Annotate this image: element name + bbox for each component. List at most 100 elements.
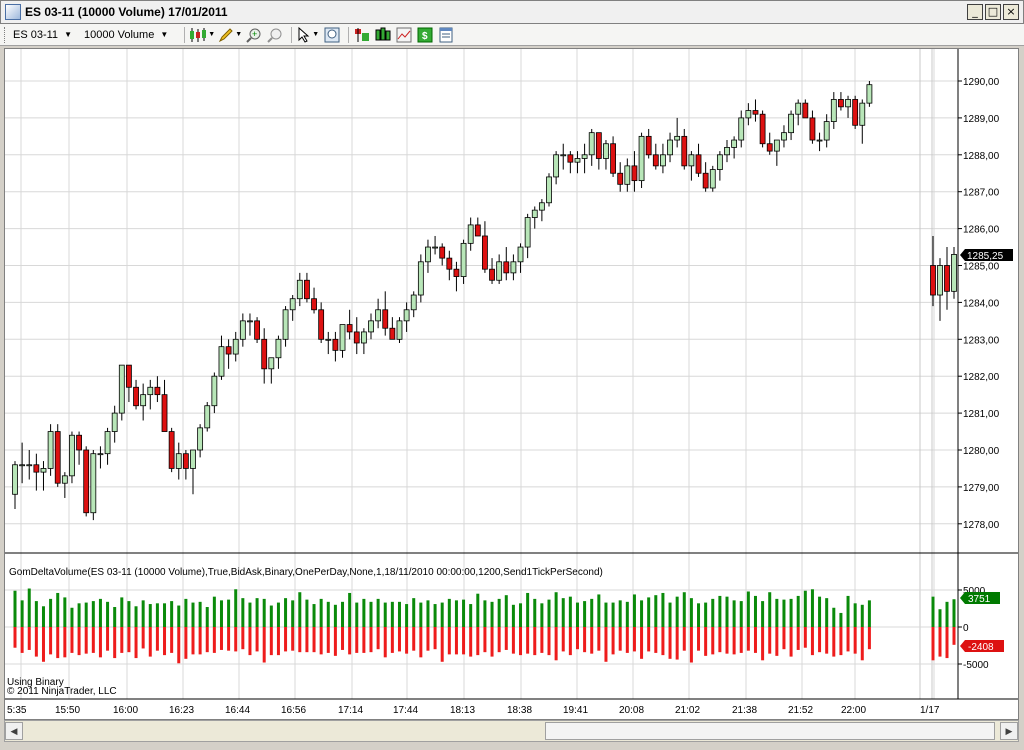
delta-bar-positive [163, 603, 167, 627]
price-tick-label: 1284,00 [963, 298, 1000, 309]
time-tick-label: 17:44 [393, 705, 418, 716]
indicators-button[interactable] [374, 26, 392, 44]
delta-bar-negative [575, 627, 579, 650]
delta-bar-positive [390, 601, 394, 627]
price-tick-label: 1289,00 [963, 114, 1000, 125]
candle-down [353, 331, 360, 344]
candle-up [97, 453, 104, 456]
delta-bar-positive [419, 602, 423, 627]
candle-up [211, 375, 218, 407]
delta-bar-negative [298, 627, 302, 653]
delta-bar-positive [675, 596, 679, 627]
horizontal-scrollbar[interactable]: ◀ ▶ [4, 720, 1019, 742]
zoom-fit-button[interactable] [323, 26, 341, 44]
chart-canvas[interactable]: 1290,00 1289,00 1288,00 1287,00 1286,00 1285,… [5, 49, 1018, 719]
zoom-fit-icon [324, 27, 340, 42]
price-tick-label: 1290,00 [963, 77, 1000, 88]
candle-up [69, 434, 75, 477]
dollar-button[interactable]: $ [416, 26, 434, 44]
pointer-button[interactable]: ▼ [296, 26, 320, 44]
delta-bar-positive [846, 595, 850, 627]
candle-down [133, 386, 139, 407]
candle-up [531, 209, 538, 218]
delta-bar-positive [426, 600, 430, 627]
period-label: 10000 Volume [83, 28, 155, 41]
delta-bar-positive [113, 607, 117, 627]
last-price-value: 1285,25 [967, 251, 1004, 262]
scroll-thumb[interactable] [545, 722, 995, 740]
maximize-button[interactable]: □ [985, 4, 1001, 20]
delta-bar-positive [640, 600, 644, 627]
time-tick-label: 19:41 [563, 705, 588, 716]
instrument-selector[interactable]: ES 03-11 ▼ [13, 29, 72, 41]
window-title: ES 03-11 (10000 Volume) 17/01/2011 [25, 5, 228, 19]
delta-bar-negative [952, 627, 956, 645]
candle-down [503, 261, 510, 274]
chevron-down-icon: ▼ [235, 31, 243, 38]
chart-data-button[interactable] [395, 26, 413, 44]
delta-bar-positive [697, 603, 701, 627]
scroll-right-button[interactable]: ▶ [1000, 722, 1018, 740]
delta-bar-negative [931, 627, 935, 661]
zoom-in-button[interactable]: + [245, 26, 263, 44]
chart-panel[interactable]: 1290,00 1289,00 1288,00 1287,00 1286,00 1285,… [4, 48, 1019, 720]
properties-button[interactable] [437, 26, 455, 44]
candle-up [90, 453, 97, 514]
delta-bar-positive [497, 598, 501, 627]
delta-bar-positive [625, 601, 629, 627]
delta-bar-negative [718, 627, 722, 653]
price-axis: 1290,00 1289,00 1288,00 1287,00 1286,00 1285,… [958, 77, 1000, 531]
delta-bar-negative [618, 627, 622, 651]
draw-tool-button[interactable]: ▼ [218, 26, 242, 44]
toolbar-grip[interactable] [4, 26, 7, 43]
candle-down [852, 99, 859, 126]
chevron-down-icon: ▼ [208, 31, 216, 38]
period-selector[interactable]: 10000 Volume ▼ [84, 29, 168, 41]
close-button[interactable]: × [1003, 4, 1019, 20]
delta-bar-negative [568, 627, 572, 656]
scroll-left-button[interactable]: ◀ [5, 722, 23, 740]
delta-bar-negative [440, 627, 444, 662]
candle-down [311, 298, 317, 311]
delta-bar-positive [583, 601, 587, 627]
delta-bar-positive [768, 592, 772, 627]
candle-down [382, 309, 389, 329]
candle-up [396, 320, 403, 340]
candle-down [610, 143, 616, 174]
delta-bar-positive [326, 601, 330, 627]
candle-up [140, 394, 147, 407]
candle-up [845, 99, 851, 108]
candle-up [560, 154, 567, 157]
delta-bar-negative [348, 627, 352, 655]
delta-bar-positive [661, 592, 665, 627]
time-tick-label: 21:02 [675, 705, 700, 716]
delta-bar-positive [818, 596, 822, 627]
delta-bar-negative [412, 627, 416, 651]
time-tick-label: 21:52 [788, 705, 813, 716]
delta-bar-positive [511, 604, 515, 627]
delta-bar-positive [84, 602, 88, 627]
delta-positive-value: 3751 [968, 594, 991, 605]
delta-bar-negative [789, 627, 793, 657]
zoom-out-button[interactable] [266, 26, 284, 44]
delta-bar-negative [426, 627, 430, 651]
delta-bar-negative [405, 627, 409, 654]
chart-data-icon [396, 27, 412, 42]
delta-bar-positive [725, 596, 729, 627]
strategies-button[interactable] [353, 26, 371, 44]
window-controls: _ □ × [967, 4, 1019, 20]
candle-down [439, 246, 446, 259]
delta-bar-negative [782, 627, 786, 650]
delta-bar-positive [397, 601, 401, 627]
delta-bar-positive [618, 600, 622, 627]
delta-bar-positive [597, 594, 601, 627]
delta-bar-positive [945, 601, 949, 627]
minimize-button[interactable]: _ [967, 4, 983, 20]
delta-bar-negative [134, 627, 138, 659]
candle-down [652, 154, 659, 167]
delta-bar-negative [383, 627, 387, 658]
delta-bar-negative [654, 627, 658, 653]
candlestick-style-button[interactable]: ▼ [189, 26, 215, 44]
candle-up [190, 449, 196, 469]
delta-bar-negative [853, 627, 857, 654]
